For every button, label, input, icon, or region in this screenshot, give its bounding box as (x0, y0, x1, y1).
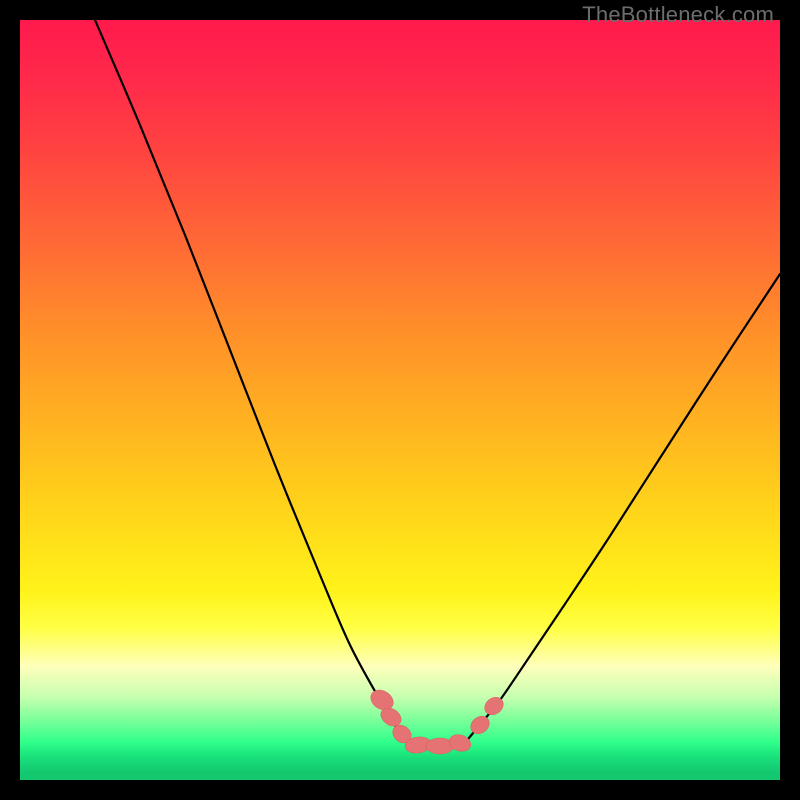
curve-right-curve (464, 274, 780, 744)
valley-markers (367, 686, 507, 755)
watermark-text: TheBottleneck.com (582, 2, 774, 28)
curve-left-curve (95, 20, 408, 744)
bottleneck-curve (95, 20, 780, 746)
valley-marker-6 (467, 713, 493, 738)
chart-svg (20, 20, 780, 780)
chart-frame (20, 20, 780, 780)
